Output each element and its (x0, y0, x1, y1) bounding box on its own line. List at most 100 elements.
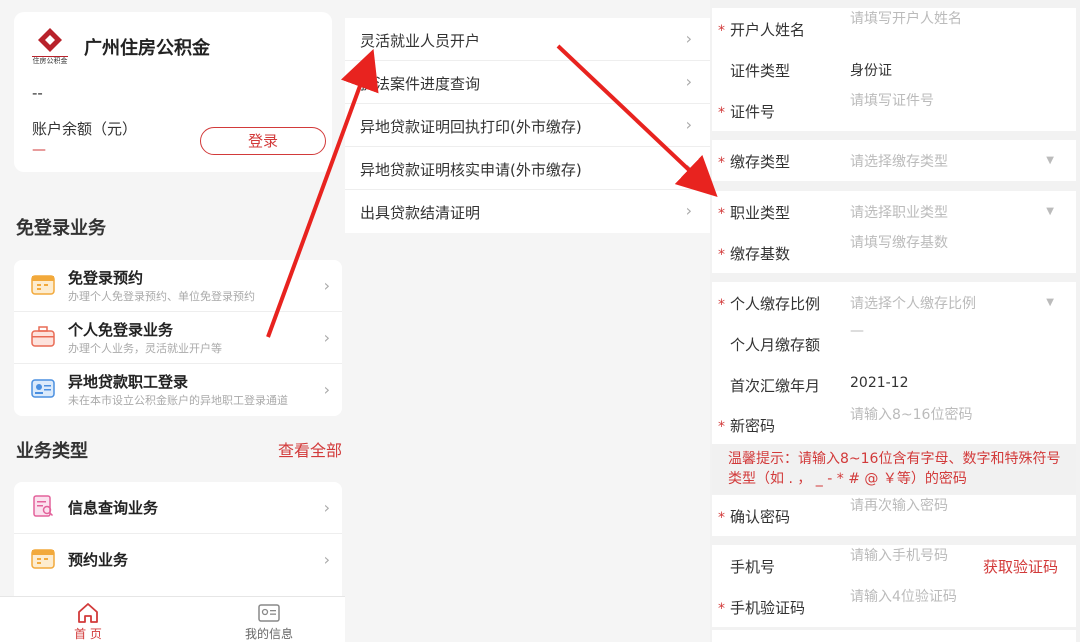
menu-item-remote-loan-verify-apply[interactable]: 异地贷款证明核实申请(外市缴存) › (345, 147, 710, 190)
logo-text: 住房公积金 (32, 57, 68, 65)
form-row-first-remit-month: 首次汇缴年月 2021-12 (712, 364, 1076, 405)
field-label: 缴存基数 (730, 245, 791, 263)
field-label: 证件号 (730, 103, 776, 121)
chevron-right-icon: › (323, 276, 330, 295)
phone-input[interactable]: 请输入手机号码 (850, 545, 948, 565)
calendar-icon (30, 546, 56, 570)
required-mark: * (718, 206, 725, 222)
form-row-personal-deposit-ratio[interactable]: * 个人缴存比例 请选择个人缴存比例 ▼ (712, 282, 1076, 323)
view-all-link[interactable]: 查看全部 (278, 437, 342, 461)
monthly-deposit-value: — (850, 323, 864, 339)
confirm-password-input[interactable]: 请再次输入密码 (850, 495, 948, 515)
menu-item-loan-settlement-cert[interactable]: 出具贷款结清证明 › (345, 190, 710, 233)
home-icon (38, 602, 138, 624)
document-search-icon (30, 494, 56, 518)
org-name: 广州住房公积金 (84, 38, 210, 59)
required-mark: * (718, 155, 725, 171)
account-number: -- (32, 84, 43, 102)
tab-label: 首 页 (74, 627, 102, 641)
form-row-cutoff (712, 630, 1076, 642)
balance-label: 账户余额（元） (32, 120, 138, 138)
calendar-icon (30, 272, 56, 296)
required-mark: * (718, 23, 725, 39)
free-login-list: 免登录预约 办理个人免登录预约、单位免登录预约 › 个人免登录业务 办理个人业务… (14, 260, 342, 416)
form-row-id-number: * 证件号 请填写证件号 (712, 90, 1076, 131)
field-label: 缴存类型 (730, 153, 791, 171)
menu-item-flexible-employment-account[interactable]: 灵活就业人员开户 › (345, 18, 710, 61)
chevron-right-icon: › (685, 115, 692, 134)
chevron-right-icon: › (323, 550, 330, 569)
business-menu-list: 灵活就业人员开户 › 执法案件进度查询 › 异地贷款证明回执打印(外市缴存) ›… (345, 18, 710, 233)
field-label: 手机号 (730, 558, 776, 576)
list-item-subtitle: 办理个人业务，灵活就业开户等 (68, 342, 222, 355)
chevron-right-icon: › (685, 72, 692, 91)
personal-business-menu-panel: 灵活就业人员开户 › 执法案件进度查询 › 异地贷款证明回执打印(外市缴存) ›… (345, 0, 710, 642)
list-item-subtitle: 办理个人免登录预约、单位免登录预约 (68, 290, 255, 303)
menu-item-label: 异地贷款证明核实申请(外市缴存) (360, 161, 582, 179)
form-row-account-holder-name: * 开户人姓名 请填写开户人姓名 (712, 8, 1076, 49)
form-row-deposit-base: * 缴存基数 请填写缴存基数 (712, 232, 1076, 273)
form-row-phone: 手机号 请输入手机号码 获取验证码 (712, 545, 1076, 586)
list-item-subtitle: 未在本市设立公积金账户的异地职工登录通道 (68, 394, 288, 407)
chevron-right-icon: › (685, 29, 692, 48)
form-row-confirm-password: * 确认密码 请再次输入密码 (712, 495, 1076, 536)
list-item-appointment[interactable]: 预约业务 › (14, 534, 342, 586)
menu-item-label: 执法案件进度查询 (360, 75, 481, 93)
list-item-title: 异地贷款职工登录 (68, 373, 189, 391)
dropdown-caret-icon: ▼ (1046, 155, 1054, 166)
form-row-id-type: 证件类型 身份证 (712, 49, 1076, 90)
list-item-free-appointment[interactable]: 免登录预约 办理个人免登录预约、单位免登录预约 › (14, 260, 342, 312)
account-card: 住房公积金 广州住房公积金 -- 账户余额（元） — 登录 (14, 12, 332, 172)
list-item-remote-loan-login[interactable]: 异地贷款职工登录 未在本市设立公积金账户的异地职工登录通道 › (14, 364, 342, 416)
tab-my-info[interactable]: 我的信息 (219, 599, 319, 642)
field-label: 新密码 (730, 417, 776, 435)
list-item-info-query[interactable]: 信息查询业务 › (14, 482, 342, 534)
sms-code-input[interactable]: 请输入4位验证码 (850, 586, 957, 606)
business-type-section-title: 业务类型 (16, 441, 88, 462)
form-row-deposit-type[interactable]: * 缴存类型 请选择缴存类型 ▼ (712, 140, 1076, 181)
id-type-value: 身份证 (850, 63, 892, 79)
list-item-title: 个人免登录业务 (68, 321, 174, 339)
list-item-personal-free-login[interactable]: 个人免登录业务 办理个人业务，灵活就业开户等 › (14, 312, 342, 364)
field-label: 证件类型 (730, 62, 791, 80)
chevron-right-icon: › (323, 328, 330, 347)
occupation-type-select[interactable]: 请选择职业类型 (850, 202, 948, 222)
menu-item-remote-loan-receipt-print[interactable]: 异地贷款证明回执打印(外市缴存) › (345, 104, 710, 147)
field-label: 职业类型 (730, 204, 791, 222)
field-label: 个人月缴存额 (730, 336, 821, 354)
gz-housing-fund-logo: 住房公积金 (28, 26, 72, 72)
required-mark: * (718, 419, 725, 435)
deposit-ratio-select[interactable]: 请选择个人缴存比例 (850, 293, 976, 313)
account-holder-name-input[interactable]: 请填写开户人姓名 (850, 8, 962, 28)
dropdown-caret-icon: ▼ (1046, 297, 1054, 308)
form-row-monthly-deposit: 个人月缴存额 — (712, 323, 1076, 364)
field-label: 个人缴存比例 (730, 295, 821, 313)
new-password-input[interactable]: 请输入8~16位密码 (850, 404, 972, 424)
business-type-list: 信息查询业务 › 预约业务 › (14, 482, 342, 596)
get-verification-code-button[interactable]: 获取验证码 (983, 556, 1058, 577)
chevron-right-icon: › (685, 201, 692, 220)
menu-item-label: 出具贷款结清证明 (360, 204, 481, 222)
free-login-section-title: 免登录业务 (16, 218, 106, 239)
chevron-right-icon: › (323, 498, 330, 517)
required-mark: * (718, 105, 725, 121)
list-item-title: 预约业务 (68, 551, 129, 569)
account-opening-form-panel: * 开户人姓名 请填写开户人姓名 证件类型 身份证 * 证件号 请填写证件号 *… (710, 0, 1080, 642)
deposit-base-input[interactable]: 请填写缴存基数 (850, 232, 948, 252)
form-row-sms-code: * 手机验证码 请输入4位验证码 (712, 586, 1076, 627)
tab-home[interactable]: 首 页 (38, 599, 138, 642)
list-item-title: 信息查询业务 (68, 499, 159, 517)
required-mark: * (718, 297, 725, 313)
form-row-occupation-type[interactable]: * 职业类型 请选择职业类型 ▼ (712, 191, 1076, 232)
id-number-input[interactable]: 请填写证件号 (850, 90, 934, 110)
first-remit-month-value[interactable]: 2021-12 (850, 375, 909, 391)
field-label: 首次汇缴年月 (730, 377, 821, 395)
menu-item-case-progress-query[interactable]: 执法案件进度查询 › (345, 61, 710, 104)
bottom-tab-bar: 首 页 我的信息 (0, 596, 345, 642)
password-tip-text: 温馨提示：请输入8~16位含有字母、数字和特殊符号类型（如 . ， _ - * … (728, 451, 1061, 487)
field-label: 确认密码 (730, 508, 791, 526)
tab-label: 我的信息 (244, 627, 293, 641)
deposit-type-select[interactable]: 请选择缴存类型 (850, 151, 948, 171)
login-button[interactable]: 登录 (200, 127, 326, 155)
menu-item-label: 异地贷款证明回执打印(外市缴存) (360, 118, 582, 136)
